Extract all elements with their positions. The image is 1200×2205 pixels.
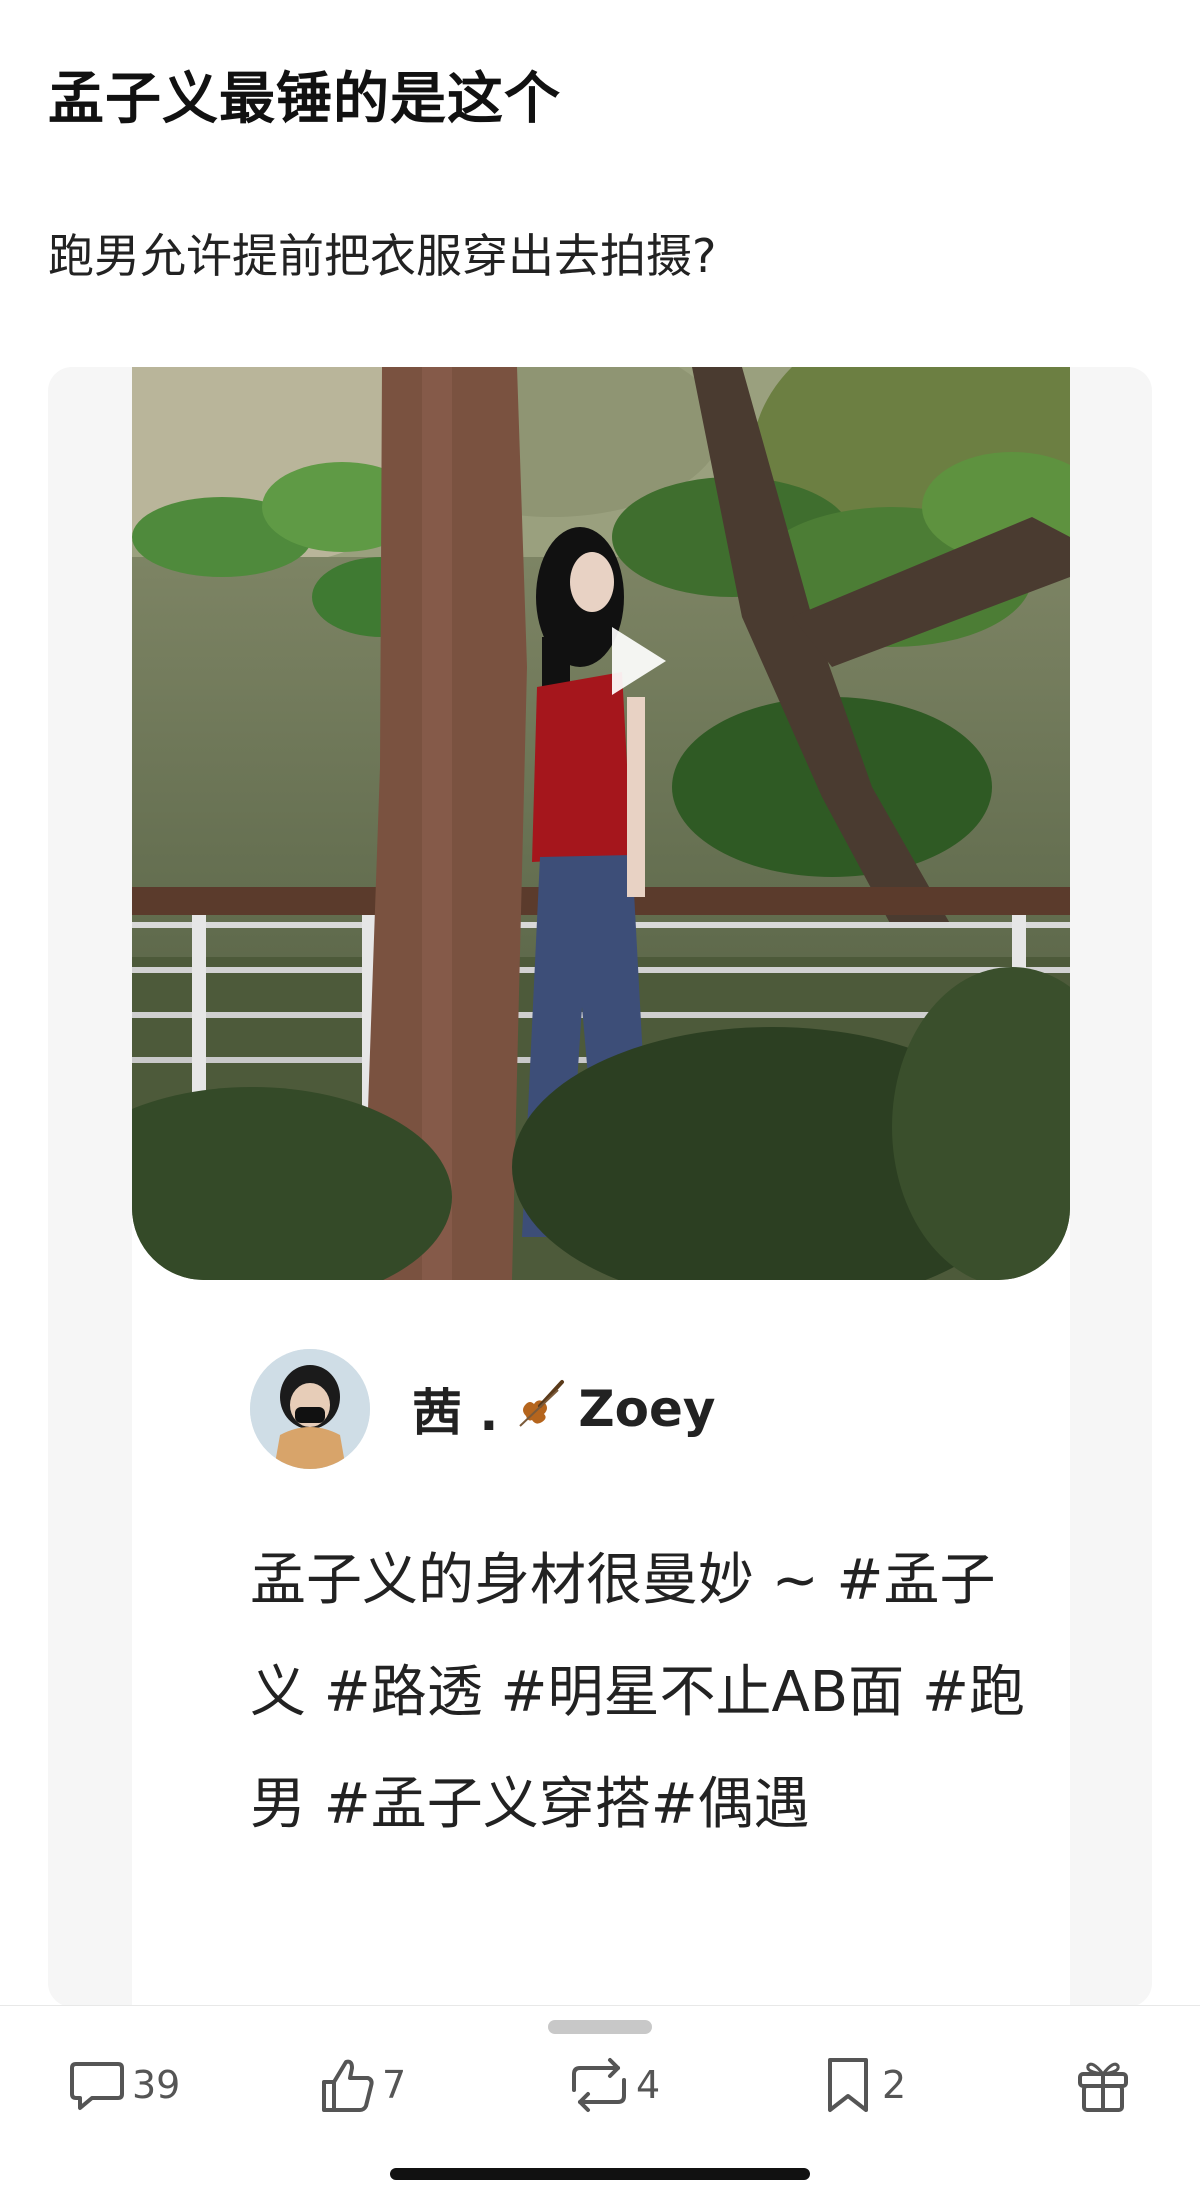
author-name-prefix: 茜 . (412, 1384, 499, 1442)
bookmark-button[interactable]: 2 (820, 2050, 906, 2120)
gift-button[interactable] (1072, 2050, 1134, 2120)
photo-scene (132, 367, 1070, 1280)
comment-button[interactable]: 39 (66, 2050, 180, 2120)
repost-count: 4 (636, 2063, 661, 2107)
author-name-suffix: Zoey (578, 1380, 716, 1438)
repost-button[interactable]: 4 (566, 2050, 660, 2120)
avatar[interactable] (250, 1349, 370, 1469)
violin-icon (514, 1376, 568, 1442)
post-title: 孟子义最锤的是这个 (48, 67, 561, 132)
bookmark-count: 2 (882, 2063, 907, 2107)
avatar-image (250, 1349, 370, 1469)
bookmark-icon (828, 2058, 868, 2112)
video-thumbnail[interactable] (132, 367, 1070, 1280)
drag-handle[interactable] (548, 2020, 652, 2034)
comment-icon (70, 2062, 124, 2110)
home-indicator (390, 2168, 810, 2180)
embedded-caption: 孟子义的身材很曼妙 ~ #孟子义 #路透 #明星不止AB面 #跑男 #孟子义穿搭… (250, 1548, 1025, 1837)
comment-count: 39 (132, 2063, 181, 2107)
repost-icon (572, 2058, 626, 2112)
like-count: 7 (382, 2063, 407, 2107)
like-button[interactable]: 7 (316, 2050, 406, 2120)
thumbs-up-icon (322, 2059, 374, 2112)
embedded-post: 茜 . Zoey 孟子义的身材很曼妙 ~ #孟子义 #路透 #明星不止AB面 #… (132, 367, 1070, 2007)
embedded-author-name[interactable]: 茜 . Zoey (412, 1373, 716, 1445)
embedded-author[interactable]: 茜 . Zoey (250, 1349, 716, 1469)
gift-icon (1078, 2062, 1128, 2112)
embedded-post-card[interactable]: 茜 . Zoey 孟子义的身材很曼妙 ~ #孟子义 #路透 #明星不止AB面 #… (48, 367, 1152, 2007)
play-icon[interactable] (612, 627, 666, 695)
post-body: 跑男允许提前把衣服穿出去拍摄? (48, 229, 717, 283)
